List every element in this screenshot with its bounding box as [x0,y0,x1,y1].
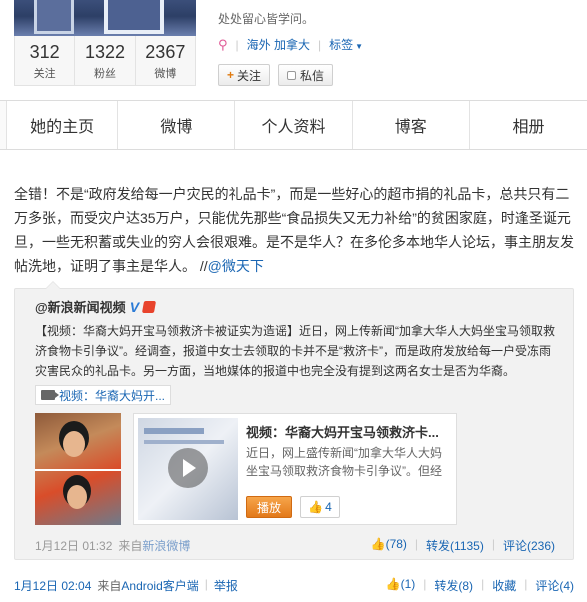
divider: | [481,577,485,591]
profile-actions: + 关注 私信 [218,64,334,86]
badge-icon [141,300,157,313]
source-label: 来自 [118,539,143,553]
post-actions: 👍(1) | 转发(8) | 收藏 | 评论(4) [386,577,574,594]
video-card[interactable]: 视频：华裔大妈开宝马领救济卡... 近日，网上盛传新闻“加拿大华人大妈坐宝马领取… [133,413,457,525]
divider: | [204,577,208,591]
profile-bio: 处处留心皆学问。 [218,12,315,26]
profile-meta: ⚲ | 海外 加拿大 | 标签 ▼ [218,36,363,53]
tags-dropdown[interactable]: 标签 ▼ [329,36,363,53]
video-description: 近日，网上盛传新闻“加拿大华人大妈坐宝马领取救济食物卡引争议”。但经 [246,446,442,478]
profile-header: 312 关注 1322 粉丝 2367 微博 处处留心皆学问。 ⚲ | 海外 加… [0,0,587,100]
caret-down-icon: ▼ [355,42,364,51]
video-chip-label: 视频：华裔大妈开... [59,388,166,403]
comment-link[interactable]: 评论(4) [535,577,574,594]
play-icon[interactable] [168,448,208,488]
video-like-button[interactable]: 👍 4 [300,496,340,518]
avatar[interactable] [14,0,196,36]
divider: | [524,577,528,591]
mention-link[interactable]: @微天下 [208,258,264,274]
thumbs-up-icon: 👍 [308,500,324,514]
stat-followers[interactable]: 1322 粉丝 [75,36,136,85]
video-like-count: 4 [325,500,332,514]
tags-label: 标签 [329,38,354,52]
video-preview[interactable] [138,418,238,520]
like-button[interactable]: 👍(1) [386,577,416,594]
stat-value: 2367 [145,42,186,62]
thumbs-up-icon: 👍 [370,537,386,551]
stat-value: 312 [29,42,60,62]
tab-profile[interactable]: 个人资料 [235,101,353,149]
location-link[interactable]: 海外 加拿大 [247,36,310,53]
stat-label: 关注 [33,68,56,80]
play-button[interactable]: 播放 [246,496,292,518]
repost-actions: 👍(78) | 转发(1135) | 评论(236) [371,537,555,554]
post-text: 全错！不是“政府发给每一户灾民的礼品卡”，而是一些好心的超市捐的礼品卡，总共只有… [14,182,574,278]
video-thumbnail-image[interactable] [35,413,121,525]
divider: | [491,537,495,551]
thumbs-up-icon: 👍 [385,577,401,591]
source-link[interactable]: 新浪微博 [142,537,190,554]
repost-forward-link[interactable]: 转发(1135) [426,537,484,554]
post-body: 全错！不是“政府发给每一户灾民的礼品卡”，而是一些好心的超市捐的礼品卡，总共只有… [14,186,574,274]
divider: | [423,577,427,591]
message-label: 私信 [300,68,325,83]
follow-label: 关注 [237,68,262,83]
video-icon [41,390,59,400]
stat-label: 粉丝 [93,68,116,80]
like-count: (78) [385,537,407,551]
post-timestamp[interactable]: 1月12日 02:04 [14,577,91,594]
divider: | [414,537,419,551]
divider: | [235,37,239,52]
video-title[interactable]: 视频：华裔大妈开宝马领救济卡... [246,422,439,441]
repost-like-button[interactable]: 👍(78) [371,537,407,554]
tab-album[interactable]: 相册 [469,101,587,149]
post-footer: 1月12日 02:04 来自 Android客户端 | 举报 👍(1) | 转发… [14,577,574,594]
favorite-link[interactable]: 收藏 [492,577,516,594]
repost-arrow [45,281,61,289]
repost-author[interactable]: @新浪新闻视频 V [35,297,157,316]
source-label: 来自 [97,579,122,593]
message-button[interactable]: 私信 [278,64,334,86]
tab-home[interactable]: 她的主页 [6,101,119,149]
tab-weibo[interactable]: 微博 [118,101,236,149]
profile-nav: 她的主页 微博 个人资料 博客 相册 [0,100,587,150]
verified-icon: V [129,298,140,315]
message-icon [287,70,297,80]
profile-stats: 312 关注 1322 粉丝 2367 微博 [14,36,196,86]
repost-footer: 1月12日 01:32 来自 新浪微博 👍(78) | 转发(1135) | 评… [35,537,555,554]
repost-text: 【视频：华裔大妈开宝马领救济卡被证实为造谣】近日，网上传新闻“加拿大华人大妈坐宝… [35,324,555,378]
divider: | [318,37,322,52]
report-link[interactable]: 举报 [214,577,238,594]
like-count: (1) [400,577,416,591]
author-name: @新浪新闻视频 [35,300,126,315]
forward-link[interactable]: 转发(8) [434,577,473,594]
plus-icon: + [227,68,235,82]
repost-box: @新浪新闻视频 V 【视频：华裔大妈开宝马领救济卡被证实为造谣】近日，网上传新闻… [14,281,574,560]
stat-following[interactable]: 312 关注 [15,36,76,85]
repost-comment-link[interactable]: 评论(236) [503,537,555,554]
follow-button[interactable]: + 关注 [218,64,271,86]
stat-label: 微博 [154,68,177,80]
stat-posts[interactable]: 2367 微博 [136,36,195,85]
source-link[interactable]: Android客户端 [121,577,198,594]
tab-blog[interactable]: 博客 [352,101,470,149]
female-icon: ⚲ [218,36,228,52]
repost-timestamp[interactable]: 1月12日 01:32 [35,537,112,554]
stat-value: 1322 [84,42,126,62]
video-chip[interactable]: 视频：华裔大妈开... [35,385,172,405]
